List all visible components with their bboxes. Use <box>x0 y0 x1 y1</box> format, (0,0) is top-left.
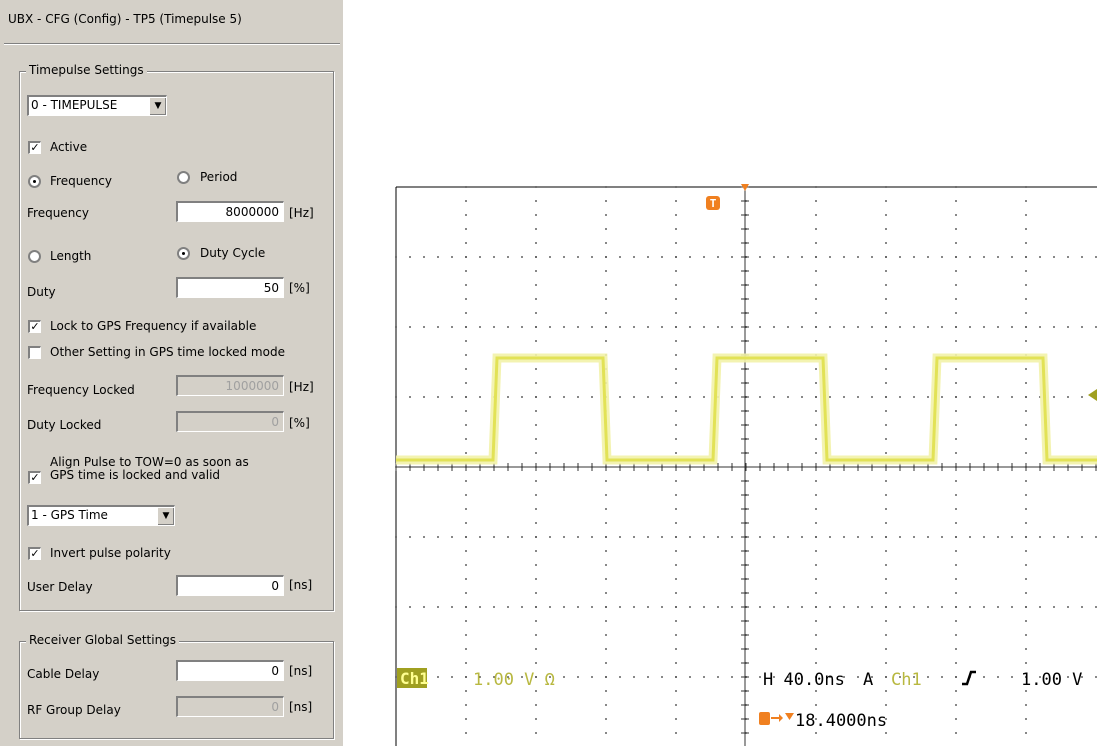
duty-locked-unit: [%] <box>289 416 310 430</box>
frequency-locked-unit: [Hz] <box>289 380 314 394</box>
chevron-down-icon[interactable]: ▼ <box>157 507 174 525</box>
invert-polarity-checkbox[interactable]: ✓ <box>28 547 41 560</box>
duty-locked-input: 0 <box>176 411 284 432</box>
length-radio[interactable] <box>28 250 41 263</box>
lock-gps-label: Lock to GPS Frequency if available <box>50 319 257 333</box>
rising-edge-icon <box>962 670 976 686</box>
rf-group-delay-unit: [ns] <box>289 700 313 714</box>
trigger-level-arrow <box>1088 389 1097 401</box>
ch1-badge-text: Ch1 <box>400 669 429 688</box>
active-checkbox[interactable]: ✓ <box>28 141 41 154</box>
timepulse-select-value: 0 - TIMEPULSE <box>31 98 118 112</box>
ch1-scale: 1.00 V Ω <box>473 670 555 690</box>
trigger-marker-letter: T <box>710 197 717 210</box>
frequency-unit: [Hz] <box>289 206 314 220</box>
trigger-level: 1.00 V <box>1021 670 1082 690</box>
timepulse-select[interactable]: 0 - TIMEPULSE ▼ <box>27 95 167 116</box>
signal-trace <box>396 356 1097 462</box>
receiver-group-title: Receiver Global Settings <box>26 633 180 647</box>
user-delay-unit: [ns] <box>289 578 313 592</box>
time-source-select[interactable]: 1 - GPS Time ▼ <box>27 505 175 526</box>
other-setting-label: Other Setting in GPS time locked mode <box>50 345 285 359</box>
frequency-locked-input: 1000000 <box>176 375 284 396</box>
duty-cycle-radio-label: Duty Cycle <box>200 246 266 260</box>
length-radio-label: Length <box>50 249 92 263</box>
receiver-group <box>19 641 334 739</box>
signal-trace-envelope <box>396 353 1097 465</box>
align-pulse-label: Align Pulse to TOW=0 as soon as GPS time… <box>50 456 249 482</box>
trigger-offset: 18.4000ns <box>795 711 887 731</box>
oscilloscope-display: T Ch1 1.00 V Ω H 40.0ns A Ch1 1.00 V 18.… <box>395 184 1097 746</box>
period-radio[interactable] <box>177 171 190 184</box>
trigger-mode: A <box>863 670 873 690</box>
other-setting-checkbox[interactable] <box>28 346 41 359</box>
frequency-input[interactable]: 8000000 <box>176 201 284 222</box>
cable-delay-unit: [ns] <box>289 664 313 678</box>
duty-label: Duty <box>27 285 56 299</box>
rf-group-delay-input: 0 <box>176 696 284 717</box>
align-pulse-checkbox[interactable]: ✓ <box>28 471 41 484</box>
chevron-down-icon[interactable]: ▼ <box>149 97 166 115</box>
user-delay-input[interactable]: 0 <box>176 575 284 596</box>
align-pulse-line2: GPS time is locked and valid <box>50 468 221 482</box>
cable-delay-input[interactable]: 0 <box>176 660 284 681</box>
trigger-offset-icon <box>759 712 794 725</box>
duty-cycle-radio[interactable] <box>177 247 190 260</box>
cable-delay-label: Cable Delay <box>27 667 100 681</box>
frequency-label: Frequency <box>27 206 89 220</box>
trigger-marker-icon: T <box>706 196 720 210</box>
rf-group-delay-label: RF Group Delay <box>27 703 121 717</box>
oscilloscope-screen: T Ch1 1.00 V Ω H 40.0ns A Ch1 1.00 V 18.… <box>393 184 1097 746</box>
active-label: Active <box>50 140 88 154</box>
period-radio-label: Period <box>200 170 238 184</box>
lock-gps-checkbox[interactable]: ✓ <box>28 320 41 333</box>
timepulse-group-title: Timepulse Settings <box>26 63 147 77</box>
duty-locked-label: Duty Locked <box>27 418 102 432</box>
window-title: UBX - CFG (Config) - TP5 (Timepulse 5) <box>8 12 242 26</box>
duty-input[interactable]: 50 <box>176 277 284 298</box>
scope-grid <box>395 186 1097 746</box>
frequency-radio-label: Frequency <box>50 174 112 188</box>
time-source-value: 1 - GPS Time <box>31 508 108 522</box>
user-delay-label: User Delay <box>27 580 93 594</box>
timebase: H 40.0ns <box>763 670 845 690</box>
title-separator <box>4 43 340 45</box>
frequency-locked-label: Frequency Locked <box>27 383 135 397</box>
config-panel: UBX - CFG (Config) - TP5 (Timepulse 5) T… <box>0 0 343 746</box>
trigger-channel: Ch1 <box>891 670 922 690</box>
invert-polarity-label: Invert pulse polarity <box>50 546 171 560</box>
duty-unit: [%] <box>289 281 310 295</box>
frequency-radio[interactable] <box>28 175 41 188</box>
